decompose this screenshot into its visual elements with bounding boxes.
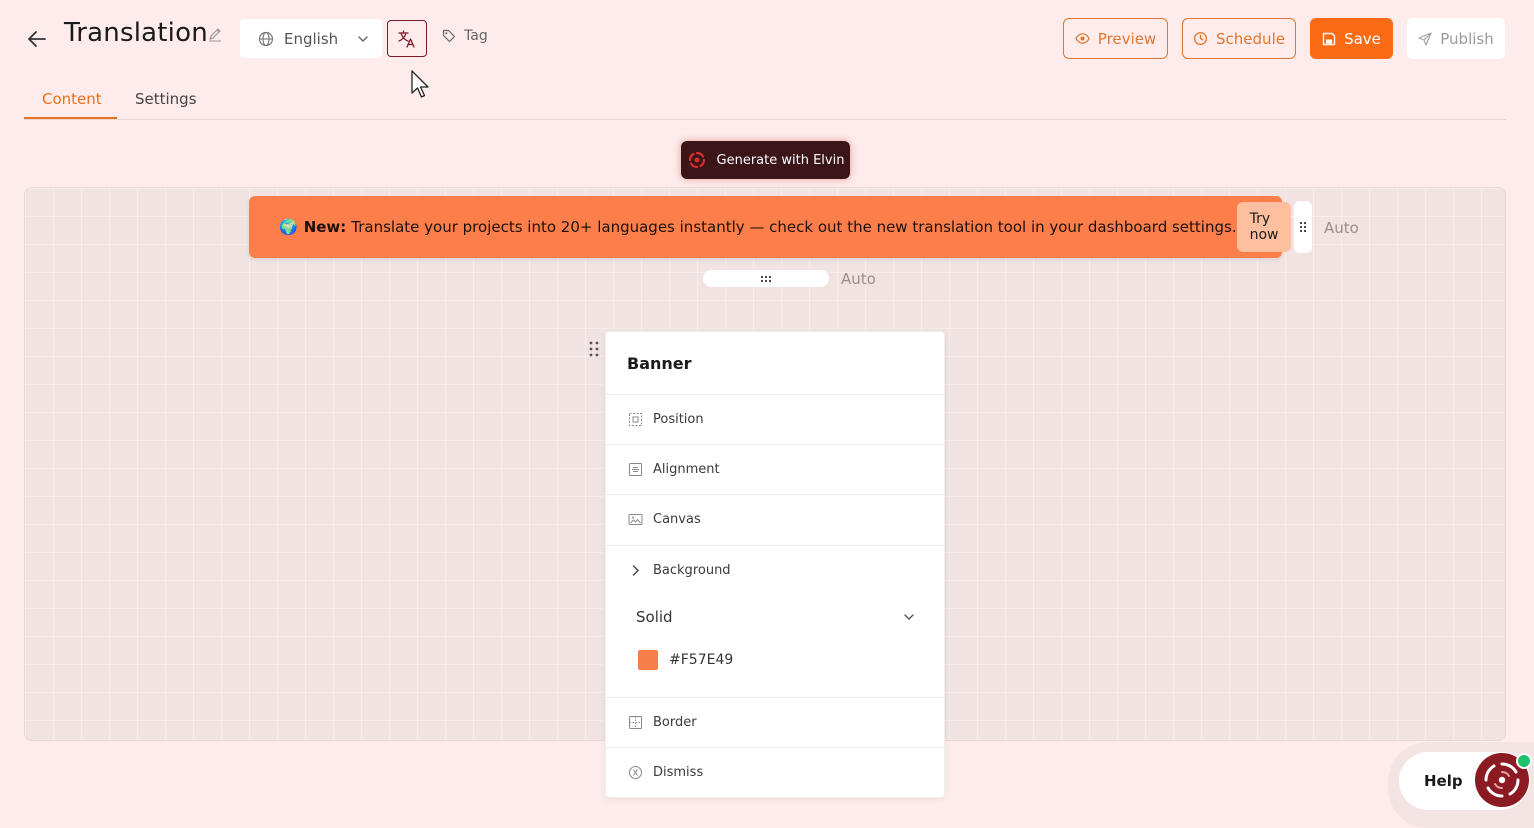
- dismiss-x-circle-icon: [629, 766, 642, 779]
- canvas-label: Canvas: [653, 512, 701, 527]
- chevron-right-icon: [632, 565, 639, 576]
- tab-active-indicator: [24, 117, 117, 119]
- save-disk-icon: [1322, 32, 1336, 45]
- panel-row-alignment[interactable]: Alignment: [606, 444, 944, 494]
- schedule-label: Schedule: [1216, 29, 1285, 48]
- announcement-message: Translate your projects into 20+ languag…: [351, 218, 1237, 236]
- drag-dots-icon: [760, 275, 772, 282]
- translate-icon: [398, 29, 415, 48]
- panel-row-canvas[interactable]: Canvas: [606, 494, 944, 544]
- position-label: Position: [653, 412, 704, 427]
- tabs-divider: [24, 119, 1506, 120]
- globe-emoji: 🌍: [279, 218, 298, 236]
- send-icon: [1418, 31, 1432, 46]
- border-icon: [629, 716, 642, 729]
- back-arrow-icon[interactable]: [26, 28, 48, 50]
- chevron-down-icon: [904, 614, 914, 620]
- generate-label: Generate with Elvin: [716, 152, 845, 168]
- background-label: Background: [653, 563, 731, 578]
- alignment-label: Alignment: [653, 462, 720, 477]
- schedule-button[interactable]: Schedule: [1182, 18, 1296, 59]
- preview-label: Preview: [1097, 29, 1157, 48]
- announcement-banner: 🌍 New: Translate your projects into 20+ …: [249, 196, 1292, 258]
- banner-settings-panel: Banner Position Alignment Canvas Backgro…: [605, 331, 945, 798]
- panel-drag-handle-icon[interactable]: [588, 340, 600, 358]
- edit-pencil-icon[interactable]: [207, 26, 223, 42]
- tag-label: Tag: [464, 28, 488, 44]
- publish-button[interactable]: Publish: [1407, 18, 1505, 59]
- panel-row-border[interactable]: Border: [606, 697, 944, 747]
- tab-settings[interactable]: Settings: [135, 90, 197, 108]
- elvin-logo-icon: [688, 151, 705, 169]
- save-button[interactable]: Save: [1310, 18, 1393, 59]
- tag-button[interactable]: Tag: [442, 28, 488, 44]
- resize-handle-bottom[interactable]: [703, 270, 829, 287]
- help-label: Help: [1424, 772, 1463, 790]
- background-type-select[interactable]: Solid: [636, 602, 916, 632]
- position-icon: [629, 413, 642, 426]
- alignment-icon: [629, 463, 642, 476]
- announcement-new-label: New:: [303, 218, 347, 236]
- page-title: Translation: [64, 18, 208, 48]
- preview-button[interactable]: Preview: [1063, 18, 1168, 59]
- panel-row-position[interactable]: Position: [606, 394, 944, 444]
- color-swatch[interactable]: [638, 650, 658, 670]
- language-select-value: English: [284, 29, 339, 48]
- tab-content[interactable]: Content: [42, 90, 102, 108]
- width-auto-label: Auto: [1324, 219, 1359, 237]
- online-status-dot: [1516, 753, 1532, 769]
- height-auto-label: Auto: [841, 270, 876, 288]
- language-select[interactable]: English: [240, 19, 382, 58]
- globe-icon: [258, 31, 274, 46]
- eye-icon: [1075, 33, 1090, 44]
- chevron-down-icon: [358, 35, 368, 42]
- background-color-value: #F57E49: [669, 652, 734, 668]
- canvas-image-icon: [628, 514, 643, 525]
- panel-title: Banner: [627, 354, 692, 373]
- generate-with-elvin-button[interactable]: Generate with Elvin: [681, 141, 850, 179]
- save-label: Save: [1344, 29, 1381, 48]
- translate-button[interactable]: [387, 20, 427, 57]
- dismiss-label: Dismiss: [653, 765, 704, 780]
- panel-row-dismiss[interactable]: Dismiss: [606, 747, 944, 797]
- mouse-cursor-icon: [411, 70, 429, 98]
- border-label: Border: [653, 715, 697, 730]
- drag-dots-icon: [1299, 221, 1307, 233]
- publish-label: Publish: [1440, 29, 1494, 48]
- panel-row-background[interactable]: Background: [606, 545, 944, 595]
- background-color-picker[interactable]: #F57E49: [638, 650, 733, 670]
- tag-icon: [442, 29, 456, 43]
- background-type-value: Solid: [636, 608, 673, 626]
- clock-icon: [1193, 31, 1208, 46]
- try-now-button[interactable]: Try now: [1236, 202, 1292, 252]
- resize-handle-right[interactable]: [1294, 201, 1312, 253]
